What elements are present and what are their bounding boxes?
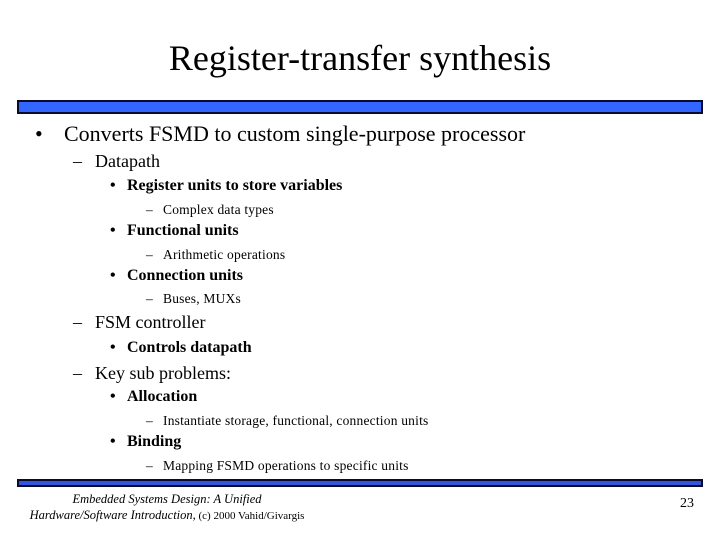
outline-text: FSM controller <box>95 312 206 332</box>
footer-divider-bar <box>17 479 703 487</box>
footer-copyright: (c) 2000 Vahid/Givargis <box>195 510 305 522</box>
outline-text: Binding <box>127 433 182 450</box>
slide-title: Register-transfer synthesis <box>168 38 552 78</box>
footer-book-title: Hardware/Software Introduction, <box>29 508 196 522</box>
bullet-marker: • <box>110 177 116 194</box>
dash-marker: – <box>146 458 153 473</box>
footer-credit-line-2: Hardware/Software Introduction, (c) 2000… <box>22 507 312 524</box>
outline-text: Functional units <box>127 222 239 239</box>
bullet-marker: • <box>110 433 116 450</box>
dash-marker: – <box>146 247 153 262</box>
dash-marker: – <box>146 202 153 217</box>
outline-text: Converts FSMD to custom single-purpose p… <box>64 121 526 146</box>
bullet-marker: • <box>110 222 116 239</box>
bullet-marker: • <box>110 388 116 405</box>
outline-text: Register units to store variables <box>127 177 343 194</box>
bullet-marker: • <box>110 267 116 284</box>
outline-text: Complex data types <box>163 202 274 217</box>
outline-text: Datapath <box>95 151 160 171</box>
outline-text: Key sub problems: <box>95 363 231 383</box>
dash-marker: – <box>146 413 153 428</box>
dash-marker: – <box>146 291 153 306</box>
outline-text: Controls datapath <box>127 339 252 356</box>
dash-marker: – <box>73 363 82 383</box>
outline-text: Connection units <box>127 267 244 284</box>
dash-marker: – <box>73 151 82 171</box>
outline-text: Arithmetic operations <box>163 247 286 262</box>
outline-text: Allocation <box>127 388 198 405</box>
footer-credit-line-1: Embedded Systems Design: A Unified <box>72 492 262 506</box>
footer-credit: Embedded Systems Design: A Unified Hardw… <box>22 491 312 524</box>
outline-text: Mapping FSMD operations to specific unit… <box>163 458 409 473</box>
page-number: 23 <box>680 496 694 511</box>
bullet-marker: • <box>35 121 43 146</box>
outline-text: Instantiate storage, functional, connect… <box>163 413 429 428</box>
outline-text: Buses, MUXs <box>163 291 241 306</box>
bullet-marker: • <box>110 339 116 356</box>
title-divider-bar <box>17 100 703 114</box>
dash-marker: – <box>73 312 82 332</box>
